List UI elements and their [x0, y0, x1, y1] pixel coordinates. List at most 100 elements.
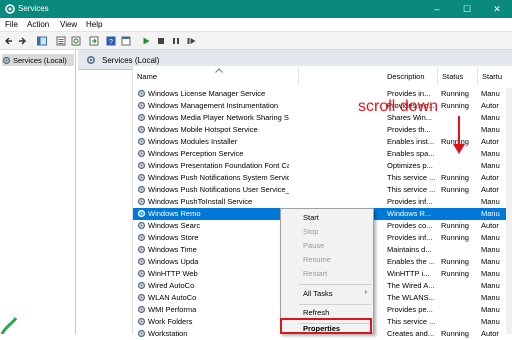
service-description: Maintains d... [387, 245, 432, 254]
service-name: Wired AutoCo [148, 281, 195, 290]
service-description: Provides inf... [387, 233, 433, 242]
service-gear-icon [137, 209, 146, 218]
title-bar: Services – ☐ ✕ [0, 0, 512, 18]
service-name: Windows Media Player Network Sharing Ser… [148, 113, 289, 122]
service-name: Windows Management Instrumentation [148, 101, 279, 110]
column-header-status[interactable]: Status [438, 66, 478, 86]
service-name-cell: Windows Presentation Foundation Font Ca.… [137, 161, 289, 170]
services-gear-icon [5, 4, 15, 14]
service-gear-icon [137, 185, 146, 194]
ctx-start[interactable]: Start [281, 213, 373, 225]
service-row[interactable]: Windows Push Notifications User Service_… [133, 184, 512, 196]
console-icon[interactable] [120, 35, 132, 47]
service-gear-icon [137, 125, 146, 134]
toolbar: ? [0, 32, 512, 50]
service-row[interactable]: Windows Media Player Network Sharing Ser… [133, 112, 512, 124]
service-name-cell: Windows PushToInstall Service [137, 197, 289, 206]
services-gear-icon [86, 55, 96, 65]
service-gear-icon [137, 173, 146, 182]
service-gear-icon [137, 149, 146, 158]
refresh-view-icon[interactable] [70, 35, 82, 47]
vertical-scrollbar[interactable] [506, 88, 512, 334]
menu-file[interactable]: File [5, 20, 18, 29]
service-status: Running [441, 233, 469, 242]
column-header-description[interactable]: Description [383, 66, 438, 86]
service-description: This service ... [387, 185, 436, 194]
submenu-arrow-icon: › [364, 289, 367, 296]
menu-help[interactable]: Help [86, 20, 102, 29]
ctx-stop[interactable]: Stop [281, 227, 373, 239]
service-name-cell: Work Folders [137, 317, 289, 326]
service-row[interactable]: Windows PushToInstall Service Provides in… [133, 196, 512, 208]
service-name-cell: Windows Push Notifications User Service_… [137, 185, 289, 194]
service-name-cell: Windows Upda [137, 257, 289, 266]
ctx-separator [299, 304, 371, 305]
service-description: Windows R... [387, 209, 432, 218]
maximize-button[interactable]: ☐ [452, 0, 482, 18]
column-header-label: Status [442, 72, 464, 81]
ctx-pause[interactable]: Pause [281, 241, 373, 253]
service-gear-icon [137, 281, 146, 290]
service-status: Running [441, 257, 469, 266]
ctx-all-tasks[interactable]: All Tasks › [281, 289, 373, 301]
service-name: Windows Push Notifications System Servic… [148, 173, 289, 182]
service-description: Enables inst... [387, 137, 435, 146]
service-name-cell: Windows Time [137, 245, 289, 254]
column-header-label: Startu [482, 72, 503, 81]
service-row[interactable]: Windows Presentation Foundation Font Ca.… [133, 160, 512, 172]
service-row[interactable]: Windows Management Instrumentation Provid… [133, 100, 512, 112]
service-name: Windows Presentation Foundation Font Ca.… [148, 161, 289, 170]
decorative-logo-icon [0, 317, 18, 334]
service-gear-icon [137, 101, 146, 110]
service-status: Running [441, 269, 469, 278]
service-name-cell: Wired AutoCo [137, 281, 289, 290]
scroll-down-annotation: scroll down [358, 98, 439, 115]
service-row[interactable]: Windows Push Notifications System Servic… [133, 172, 512, 184]
close-button[interactable]: ✕ [482, 0, 512, 18]
show-tree-icon[interactable] [36, 35, 48, 47]
sort-ascending-icon [215, 68, 223, 73]
restart-service-icon[interactable] [185, 35, 197, 47]
service-name: WinHTTP Web [148, 269, 198, 278]
service-name-cell: Windows License Manager Service [137, 89, 289, 98]
menu-view[interactable]: View [60, 20, 77, 29]
service-description: Enables spa... [387, 149, 435, 158]
help-icon[interactable]: ? [105, 35, 117, 47]
service-status: Running [441, 101, 469, 110]
service-gear-icon [137, 293, 146, 302]
column-header-startup-type[interactable]: Startu [478, 66, 512, 86]
service-name: Windows Remo [148, 209, 201, 218]
pause-service-icon[interactable] [170, 35, 182, 47]
service-gear-icon [137, 113, 146, 122]
back-icon[interactable] [3, 35, 15, 47]
service-name-cell: Windows Modules Installer [137, 137, 289, 146]
properties-view-icon[interactable] [55, 35, 67, 47]
ctx-all-tasks-label: All Tasks [303, 289, 333, 298]
service-status: Running [441, 185, 469, 194]
menu-action[interactable]: Action [27, 20, 49, 29]
service-name: Windows License Manager Service [148, 89, 266, 98]
service-description: Provides th... [387, 125, 431, 134]
service-row[interactable]: Windows Mobile Hotspot Service Provides t… [133, 124, 512, 136]
export-list-icon[interactable] [88, 35, 100, 47]
service-gear-icon [137, 89, 146, 98]
service-name: Windows Perception Service [148, 149, 244, 158]
menu-bar: File Action View Help [0, 18, 512, 32]
service-name-cell: Windows Perception Service [137, 149, 289, 158]
forward-icon[interactable] [16, 35, 28, 47]
minimize-button[interactable]: – [422, 0, 452, 18]
tree-item-services-local[interactable]: Services (Local) [2, 54, 74, 66]
start-service-icon[interactable] [140, 35, 152, 47]
column-header-name[interactable]: Name [133, 66, 299, 86]
service-description: Enables the ... [387, 257, 435, 266]
service-name: WMI Performa [148, 305, 197, 314]
context-menu: Start Stop Pause Resume Restart All Task… [280, 208, 374, 334]
ctx-restart[interactable]: Restart [281, 269, 373, 281]
ctx-resume[interactable]: Resume [281, 255, 373, 267]
service-name: Windows Push Notifications User Service_… [148, 185, 289, 194]
service-row[interactable]: Windows License Manager Service Provides … [133, 88, 512, 100]
stop-service-icon[interactable] [155, 35, 167, 47]
service-status: Running [441, 89, 469, 98]
down-arrow-icon [458, 116, 460, 146]
service-gear-icon [137, 137, 146, 146]
